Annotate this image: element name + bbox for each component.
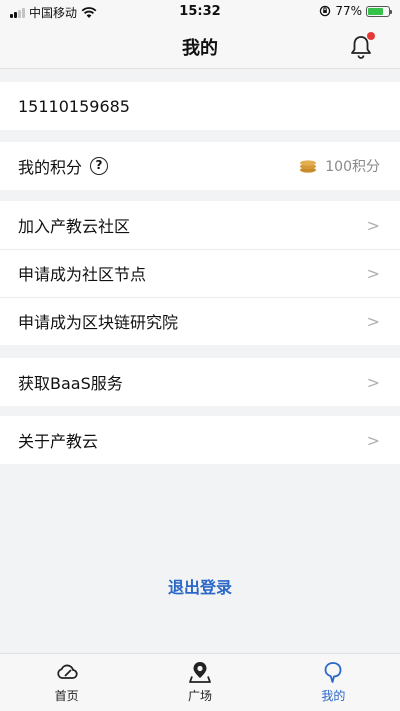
menu-item-label: 关于产教云	[18, 432, 99, 451]
points-right: 100积分	[299, 156, 380, 176]
account-row[interactable]: 15110159685	[0, 82, 400, 130]
tab-label: 首页	[54, 689, 79, 703]
tab-home[interactable]: 首页	[0, 654, 133, 711]
points-row[interactable]: 我的积分 ? 100积分	[0, 142, 400, 190]
battery-icon	[366, 5, 392, 17]
chevron-right-icon: >	[366, 311, 380, 331]
tab-mine[interactable]: 我的	[267, 654, 400, 711]
points-left: 我的积分 ?	[18, 154, 109, 178]
menu-item-label: 获取BaaS服务	[18, 374, 123, 393]
menu-item-about[interactable]: 关于产教云 >	[0, 416, 400, 464]
page-title: 我的	[182, 38, 218, 59]
chevron-right-icon: >	[366, 263, 380, 283]
help-icon[interactable]: ?	[90, 157, 109, 175]
menu-item-apply-node[interactable]: 申请成为社区节点 >	[0, 249, 400, 297]
menu-group-baas: 获取BaaS服务 >	[0, 358, 400, 406]
orientation-lock-icon	[320, 5, 331, 17]
chevron-right-icon: >	[366, 372, 380, 392]
menu-item-baas[interactable]: 获取BaaS服务 >	[0, 358, 400, 406]
status-bar: 中国移动 15:32 77%	[0, 0, 400, 24]
coin-stack-icon	[300, 160, 317, 173]
map-pin-icon	[189, 662, 211, 683]
chevron-right-icon: >	[366, 215, 380, 235]
menu-item-label: 加入产教云社区	[18, 217, 131, 236]
tab-bar: 首页 广场 我的	[0, 653, 400, 711]
status-right: 77%	[319, 4, 392, 18]
menu-group-about: 关于产教云 >	[0, 416, 400, 464]
tab-square[interactable]: 广场	[133, 654, 266, 711]
menu-group-community: 加入产教云社区 > 申请成为社区节点 > 申请成为区块链研究院 >	[0, 201, 400, 345]
menu-item-apply-institute[interactable]: 申请成为区块链研究院 >	[0, 297, 400, 345]
chevron-right-icon: >	[366, 430, 380, 450]
header: 我的	[0, 24, 400, 69]
menu-item-label: 申请成为区块链研究院	[18, 313, 179, 332]
logout-button[interactable]: 退出登录	[0, 574, 400, 598]
points-section: 我的积分 ? 100积分	[0, 142, 400, 190]
menu-item-label: 申请成为社区节点	[18, 265, 147, 284]
phone-number: 15110159685	[18, 96, 130, 116]
points-value: 100积分	[325, 159, 380, 175]
menu-item-join-community[interactable]: 加入产教云社区 >	[0, 201, 400, 249]
notification-dot	[367, 32, 375, 40]
battery-percent: 77%	[335, 4, 362, 18]
profile-icon	[324, 662, 342, 683]
cloud-icon	[57, 664, 78, 679]
tab-label: 我的	[321, 689, 346, 703]
account-section: 15110159685	[0, 82, 400, 130]
battery-fill	[368, 7, 384, 15]
tab-label: 广场	[187, 689, 212, 703]
points-label: 我的积分	[18, 158, 83, 177]
